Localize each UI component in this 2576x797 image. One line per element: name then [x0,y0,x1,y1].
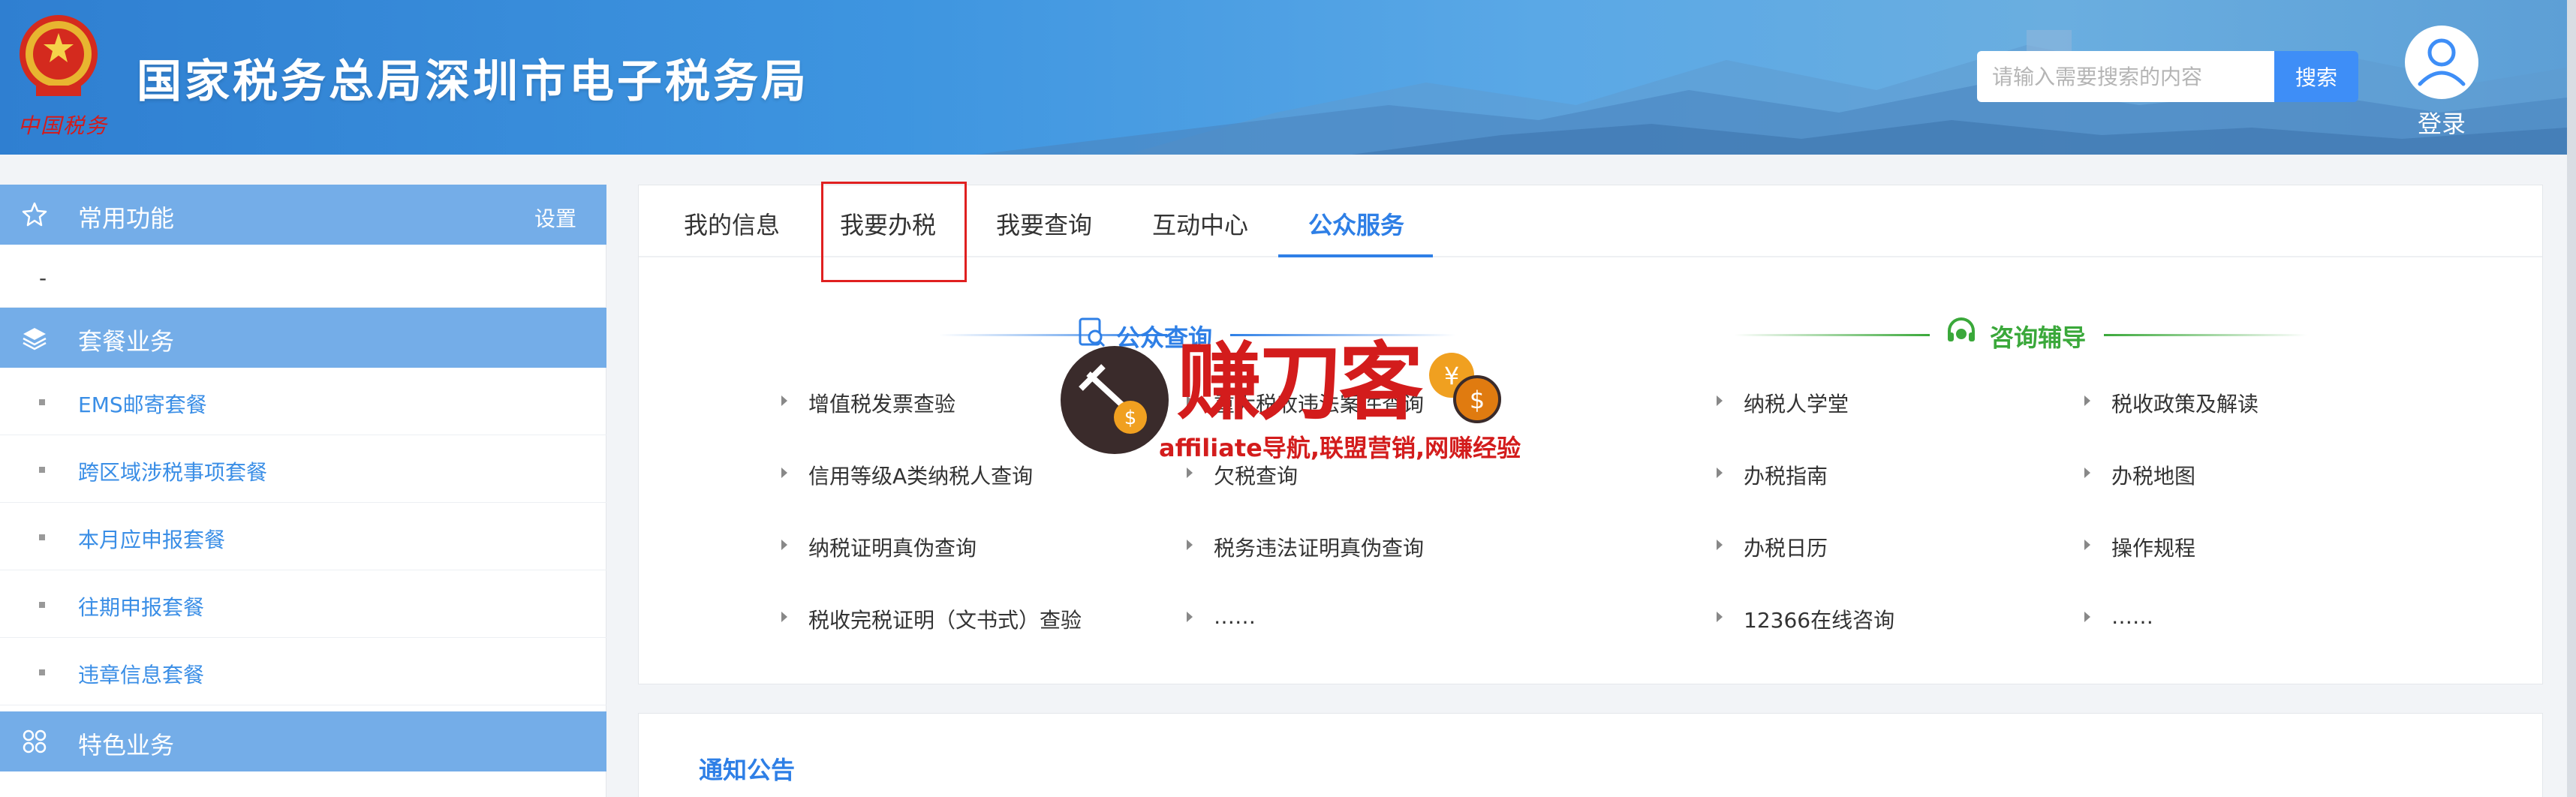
service-link[interactable]: …… [1187,604,1256,629]
star-icon [22,202,47,227]
sidebar-item-past-filing[interactable]: 往期申报套餐 [0,570,606,638]
svg-text:$: $ [1470,386,1485,414]
notice-panel: 通知公告 [638,713,2543,797]
bullet-icon [39,534,45,540]
caret-right-icon [781,540,787,550]
layers-icon [23,328,47,350]
sidebar-header-special[interactable]: 特色业务 [0,711,606,771]
service-link[interactable]: 纳税证明真伪查询 [781,532,977,562]
bullet-icon [39,467,45,473]
caret-right-icon [1187,612,1193,622]
user-avatar-icon[interactable] [2405,26,2478,99]
headset-icon [1948,317,1975,341]
notice-title: 通知公告 [699,756,796,784]
svg-text:$: $ [1124,407,1137,429]
login-link[interactable]: 登录 [2402,105,2481,140]
tab-interaction[interactable]: 互动中心 [1152,206,1248,241]
sidebar-header-label: 套餐业务 [78,327,175,356]
watermark-title: 赚刀客 [1177,334,1423,432]
common-empty-row: - [0,245,606,308]
caret-right-icon [1717,468,1723,478]
scrollbar-track[interactable] [2567,0,2576,797]
caret-right-icon [2084,612,2090,622]
sidebar-item-label: 本月应申报套餐 [78,528,226,552]
caret-right-icon [1187,540,1193,550]
service-link[interactable]: 操作规程 [2084,532,2195,562]
site-title: 国家税务总局深圳市电子税务局 [137,56,809,108]
service-link[interactable]: 信用等级A类纳税人查询 [781,460,1033,490]
caret-right-icon [2084,395,2090,406]
tab-query[interactable]: 我要查询 [996,206,1092,241]
sidebar-item-label: 违章信息套餐 [78,663,205,687]
watermark-logo-icon: $ [1061,346,1169,454]
sidebar-header-package[interactable]: 套餐业务 [0,308,606,368]
service-link[interactable]: 欠税查询 [1187,460,1298,490]
caret-right-icon [1717,612,1723,622]
service-link[interactable]: 办税地图 [2084,460,2195,490]
service-link[interactable]: 纳税人学堂 [1717,388,1849,418]
section-divider [2104,334,2307,336]
service-link[interactable]: 税收完税证明（文书式）查验 [781,604,1082,634]
search-button[interactable]: 搜索 [2274,51,2358,102]
watermark-subtitle: affiliate导航,联盟营销,网赚经验 [1159,434,1521,462]
sidebar-item-label: 往期申报套餐 [78,595,205,620]
site-header: 中国税务 国家税务总局深圳市电子税务局 搜索 登录 [0,0,2567,155]
caret-right-icon [1717,540,1723,550]
service-link[interactable]: 12366在线咨询 [1717,604,1894,634]
sidebar-item-label: EMS邮寄套餐 [78,392,207,417]
section-title-consult: 咨询辅导 [1990,323,2087,352]
grid-icon [23,729,47,753]
service-link[interactable]: 办税指南 [1717,460,1828,490]
bullet-icon [39,602,45,608]
service-link[interactable]: …… [2084,604,2153,629]
search-input[interactable] [1977,51,2274,102]
sidebar-item-violation[interactable]: 违章信息套餐 [0,638,606,705]
settings-link[interactable]: 设置 [534,203,576,233]
caret-right-icon [1717,395,1723,406]
sidebar-item-ems[interactable]: EMS邮寄套餐 [0,368,606,435]
caret-right-icon [2084,468,2090,478]
service-link[interactable]: 税收政策及解读 [2084,388,2259,418]
caret-right-icon [1187,468,1193,478]
empty-marker: - [39,266,47,290]
caret-right-icon [2084,540,2090,550]
coin-exchange-icon: ¥ $ [1429,353,1501,423]
sidebar-item-monthly-filing[interactable]: 本月应申报套餐 [0,503,606,570]
caret-right-icon [781,612,787,622]
active-tab-indicator [1278,254,1433,257]
sidebar: 常用功能 设置 - 套餐业务 EMS邮寄套餐 跨区域涉税事项套餐 本月应申报套餐… [0,185,606,797]
sidebar-item-cross-region[interactable]: 跨区域涉税事项套餐 [0,435,606,503]
sidebar-header-label: 常用功能 [78,204,175,233]
brand-subtitle: 中国税务 [18,113,109,138]
bullet-icon [39,669,45,675]
svg-text:¥: ¥ [1444,362,1459,390]
highlight-annotation [821,182,967,282]
service-link[interactable]: 办税日历 [1717,532,1828,562]
service-link[interactable]: 税务违法证明真伪查询 [1187,532,1424,562]
caret-right-icon [781,468,787,478]
tab-my-info[interactable]: 我的信息 [684,206,780,241]
bullet-icon [39,399,45,405]
sidebar-item-label: 跨区域涉税事项套餐 [78,460,268,485]
section-divider [1735,334,1930,336]
sidebar-header-label: 特色业务 [78,731,175,759]
national-emblem-icon [14,11,104,108]
watermark-overlay: $ 赚刀客 ¥ $ affiliate导航,联盟营销,网赚经验 [1058,334,1521,462]
sidebar-header-common[interactable]: 常用功能 设置 [0,185,606,245]
caret-right-icon [781,395,787,406]
tab-public-service[interactable]: 公众服务 [1308,206,1404,241]
service-link[interactable]: 增值税发票查验 [781,388,955,418]
